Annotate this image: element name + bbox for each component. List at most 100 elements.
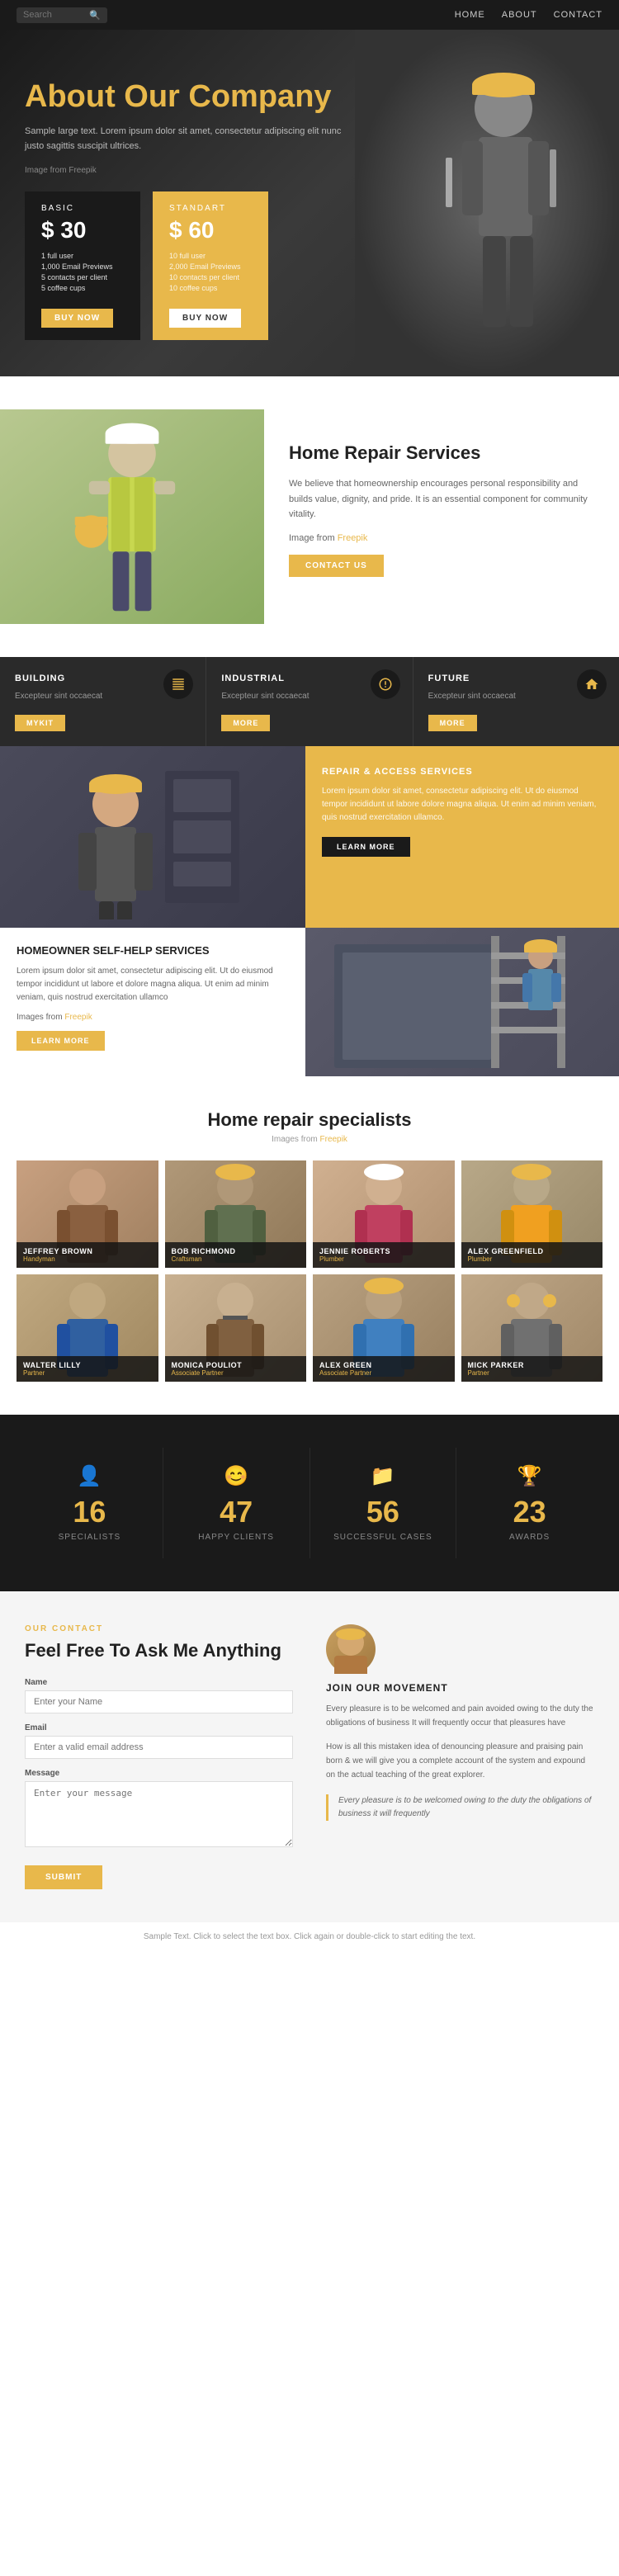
email-input[interactable]	[25, 1736, 293, 1759]
three-cards-section: BUILDING Excepteur sint occaecat MYKIT I…	[0, 657, 619, 746]
contact-us-button[interactable]: CONTACT US	[289, 555, 384, 577]
footer-text: Sample Text. Click to select the text bo…	[17, 1932, 602, 1941]
basic-features: 1 full user 1,000 Email Previews 5 conta…	[41, 252, 124, 292]
contact-our-label: OUR CONTACT	[25, 1624, 293, 1633]
message-label: Message	[25, 1769, 293, 1778]
awards-icon: 🏆	[473, 1464, 586, 1488]
repair-left-image-top	[0, 746, 305, 928]
specialists-image-credit: Images from Freepik	[17, 1135, 602, 1144]
specialist-bob-role: Craftsman	[172, 1255, 300, 1263]
stat-cases: 📁 56 SUCCESSFUL CASES	[310, 1448, 457, 1558]
join-text-2: How is all this mistaken idea of denounc…	[326, 1740, 594, 1782]
freepik-link-specialists[interactable]: Freepik	[320, 1135, 347, 1144]
search-input[interactable]	[23, 10, 89, 20]
nav-contact[interactable]: CONTACT	[554, 10, 602, 20]
navigation: 🔍 HOME ABOUT CONTACT	[0, 0, 619, 30]
specialist-monica-name: MONICA POULIOT	[172, 1361, 300, 1369]
services-title: Home Repair Services	[289, 442, 594, 464]
join-avatar	[326, 1624, 376, 1674]
contact-title: Feel Free To Ask Me Anything	[25, 1640, 293, 1661]
specialists-label: SPECIALISTS	[33, 1533, 146, 1542]
industrial-icon-circle	[371, 669, 400, 699]
clients-icon: 😊	[180, 1464, 293, 1488]
homeowner-text: Lorem ipsum dolor sit amet, consectetur …	[17, 965, 289, 1004]
standard-feature-3: 10 contacts per client	[169, 273, 252, 281]
specialist-monica: MONICA POULIOT Associate Partner	[165, 1274, 307, 1382]
nav-about[interactable]: ABOUT	[502, 10, 537, 20]
email-label: Email	[25, 1723, 293, 1732]
hero-content: About Our Company Sample large text. Lor…	[0, 30, 380, 365]
stat-awards: 🏆 23 AWARDS	[456, 1448, 602, 1558]
contact-join-area: JOIN OUR MOVEMENT Every pleasure is to b…	[326, 1624, 594, 1889]
specialist-jeffrey-overlay: JEFFREY BROWN Handyman	[17, 1242, 158, 1268]
specialist-walter: WALTER LILLY Partner	[17, 1274, 158, 1382]
message-textarea[interactable]	[25, 1781, 293, 1847]
cases-label: SUCCESSFUL CASES	[327, 1533, 440, 1542]
standard-feature-2: 2,000 Email Previews	[169, 262, 252, 271]
form-group-email: Email	[25, 1723, 293, 1759]
specialist-jeffrey-role: Handyman	[23, 1255, 152, 1263]
buy-standard-button[interactable]: BUY NOW	[169, 309, 241, 328]
freepik-link-services[interactable]: Freepik	[338, 533, 368, 543]
specialist-jeffrey: JEFFREY BROWN Handyman	[17, 1160, 158, 1268]
nav-links: HOME ABOUT CONTACT	[455, 10, 602, 20]
specialist-alex-green-name: ALEX GREEN	[319, 1361, 448, 1369]
repair-image-credit: Images from Freepik	[17, 1011, 289, 1024]
buy-basic-button[interactable]: BUY NOW	[41, 309, 113, 328]
standard-features: 10 full user 2,000 Email Previews 10 con…	[169, 252, 252, 292]
building-icon	[171, 677, 186, 692]
basic-label: BASIC	[41, 204, 124, 213]
repair-access-text: Lorem ipsum dolor sit amet, consectetur …	[322, 785, 602, 825]
specialist-bob-overlay: BOB RICHMOND Craftsman	[165, 1242, 307, 1268]
services-content: Home Repair Services We believe that hom…	[264, 409, 619, 624]
basic-feature-4: 5 coffee cups	[41, 284, 124, 292]
hero-image-credit: Image from Freepik	[25, 166, 355, 175]
hero-worker-image	[355, 30, 619, 376]
future-icon-circle	[577, 669, 607, 699]
footer: Sample Text. Click to select the text bo…	[0, 1922, 619, 1951]
card-future-text: Excepteur sint occaecat	[428, 690, 604, 702]
basic-feature-1: 1 full user	[41, 252, 124, 260]
name-input[interactable]	[25, 1690, 293, 1713]
specialist-walter-overlay: WALTER LILLY Partner	[17, 1356, 158, 1382]
contact-section: OUR CONTACT Feel Free To Ask Me Anything…	[0, 1591, 619, 1922]
specialist-mick-overlay: MICK PARKER Partner	[461, 1356, 603, 1382]
search-bar[interactable]: 🔍	[17, 7, 107, 23]
hero-title: About Our Company	[25, 79, 355, 115]
standard-feature-4: 10 coffee cups	[169, 284, 252, 292]
submit-button[interactable]: SUBMIT	[25, 1865, 102, 1889]
repair-access-title: REPAIR & ACCESS SERVICES	[322, 767, 602, 777]
specialist-alex-g-role: Plumber	[468, 1255, 597, 1263]
card-building-button[interactable]: MYKIT	[15, 715, 65, 731]
cases-number: 56	[327, 1495, 440, 1529]
card-industrial-text: Excepteur sint occaecat	[221, 690, 397, 702]
cases-icon: 📁	[327, 1464, 440, 1488]
specialist-mick: MICK PARKER Partner	[461, 1274, 603, 1382]
nav-home[interactable]: HOME	[455, 10, 485, 20]
specialists-section: Home repair specialists Images from Free…	[0, 1076, 619, 1415]
services-image	[0, 409, 264, 624]
specialist-alex-green-role: Associate Partner	[319, 1369, 448, 1377]
pricing-cards: BASIC $ 30 1 full user 1,000 Email Previ…	[25, 191, 355, 340]
card-future-button[interactable]: MORE	[428, 715, 477, 731]
specialist-alex-green: ALEX GREEN Associate Partner	[313, 1274, 455, 1382]
join-text-1: Every pleasure is to be welcomed and pai…	[326, 1702, 594, 1730]
specialist-jennie-overlay: JENNIE ROBERTS Plumber	[313, 1242, 455, 1268]
industrial-icon	[378, 677, 393, 692]
specialist-mick-name: MICK PARKER	[468, 1361, 597, 1369]
services-section: Home Repair Services We believe that hom…	[0, 376, 619, 657]
clients-label: HAPPY CLIENTS	[180, 1533, 293, 1542]
specialist-jennie-name: JENNIE ROBERTS	[319, 1247, 448, 1255]
specialist-bob: BOB RICHMOND Craftsman	[165, 1160, 307, 1268]
services-description: We believe that homeownership encourages…	[289, 476, 594, 522]
specialist-walter-role: Partner	[23, 1369, 152, 1377]
freepik-link-repair[interactable]: Freepik	[64, 1013, 92, 1022]
specialists-title: Home repair specialists	[17, 1109, 602, 1131]
repair-learn-more-button[interactable]: LEARN MORE	[322, 837, 410, 857]
card-industrial-button[interactable]: MORE	[221, 715, 270, 731]
specialist-jennie: JENNIE ROBERTS Plumber	[313, 1160, 455, 1268]
price-card-standard: STANDART $ 60 10 full user 2,000 Email P…	[153, 191, 268, 340]
stat-specialists: 👤 16 SPECIALISTS	[17, 1448, 163, 1558]
homeowner-learn-button[interactable]: LEARN MORE	[17, 1031, 105, 1051]
repair-homeowner-content: HOMEOWNER SELF-HELP SERVICES Lorem ipsum…	[0, 928, 305, 1067]
